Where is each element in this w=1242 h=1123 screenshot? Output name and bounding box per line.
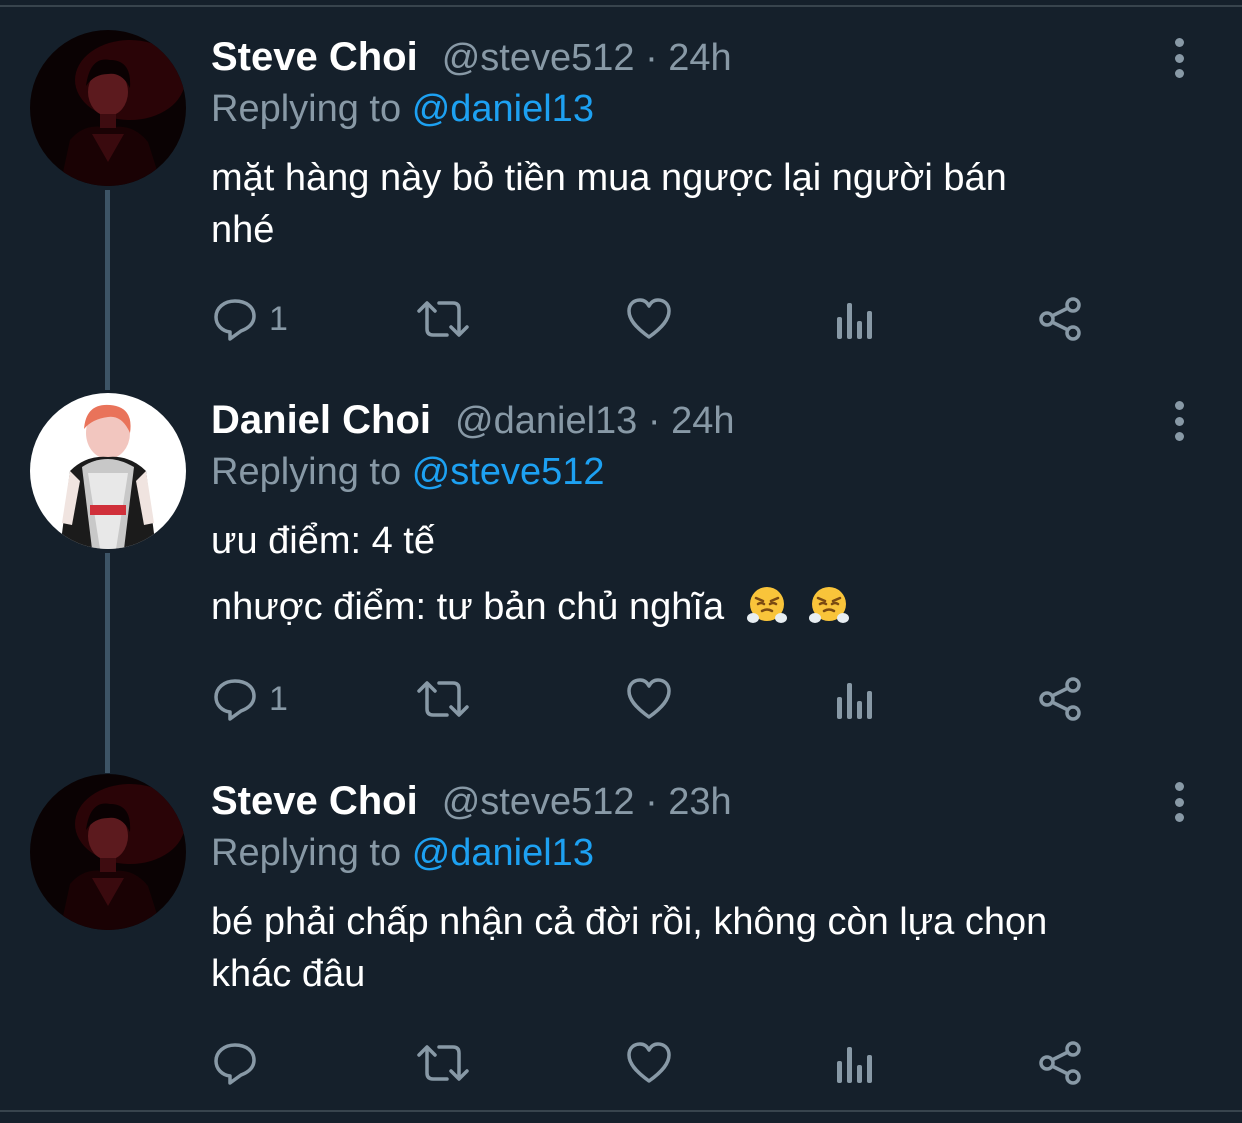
analytics-button[interactable] xyxy=(833,1038,877,1088)
reply-handle-link[interactable]: @steve512 xyxy=(412,451,605,493)
reply-count: 1 xyxy=(269,299,288,338)
tweet-text-line: khác đâu xyxy=(211,953,366,995)
bottom-divider xyxy=(0,1110,1242,1112)
tweet-text: bé phải chấp nhận cả đời rồi, không còn … xyxy=(211,896,1201,1000)
retweet-icon xyxy=(417,301,469,337)
analytics-icon xyxy=(837,303,872,339)
handle-time[interactable]: @steve512 · 23h xyxy=(442,781,732,824)
replying-prefix: Replying to xyxy=(211,451,402,493)
analytics-button[interactable] xyxy=(833,674,877,724)
share-icon xyxy=(1039,677,1081,721)
replying-to: Replying to @steve512 xyxy=(211,451,605,494)
analytics-button[interactable] xyxy=(833,294,877,344)
tweet-header: Daniel Choi @daniel13 · 24h xyxy=(211,398,734,446)
tweet-text-line: ưu điểm: 4 tế xyxy=(211,520,435,562)
tweet-text-line: bé phải chấp nhận cả đời rồi, không còn … xyxy=(211,901,1048,943)
tweet-text-line-with-emoji: nhược điểm: tư bản chủ nghĩa xyxy=(211,581,1201,633)
handle-time[interactable]: @daniel13 · 24h xyxy=(455,400,734,443)
retweet-button[interactable] xyxy=(415,294,471,344)
replying-prefix: Replying to xyxy=(211,88,402,130)
reply-button[interactable]: 1 xyxy=(211,674,288,724)
heart-icon xyxy=(627,678,671,719)
tweet-text-line: mặt hàng này bỏ tiền mua ngược lại người… xyxy=(211,157,1007,199)
tweet-text-line: nhược điểm: tư bản chủ nghĩa xyxy=(211,586,725,628)
share-button[interactable] xyxy=(1037,1038,1085,1088)
action-bar: 1 xyxy=(211,294,1111,344)
reply-icon xyxy=(214,1043,256,1085)
more-icon[interactable] xyxy=(1166,401,1192,441)
heart-icon xyxy=(627,1042,671,1083)
more-icon[interactable] xyxy=(1166,38,1192,78)
retweet-icon xyxy=(417,1045,469,1081)
avatar[interactable] xyxy=(30,774,186,930)
reply-handle-link[interactable]: @daniel13 xyxy=(412,832,594,874)
reply-icon xyxy=(214,679,256,721)
reply-handle-link[interactable]: @daniel13 xyxy=(412,88,594,130)
share-button[interactable] xyxy=(1037,674,1085,724)
like-button[interactable] xyxy=(625,674,673,724)
tweet[interactable]: Steve Choi @steve512 · 24h Replying to @… xyxy=(0,0,1242,360)
avatar[interactable] xyxy=(30,393,186,549)
replying-to: Replying to @daniel13 xyxy=(211,832,594,875)
analytics-icon xyxy=(837,1047,872,1083)
reply-icon xyxy=(214,299,256,341)
tweet-header: Steve Choi @steve512 · 24h xyxy=(211,35,732,83)
tweet[interactable]: Daniel Choi @daniel13 · 24h Replying to … xyxy=(0,363,1242,743)
share-button[interactable] xyxy=(1037,294,1085,344)
retweet-button[interactable] xyxy=(415,1038,471,1088)
display-name[interactable]: Steve Choi xyxy=(211,779,418,824)
reply-count: 1 xyxy=(269,679,288,718)
more-icon[interactable] xyxy=(1166,782,1192,822)
reply-button[interactable]: 1 xyxy=(211,294,288,344)
tweet-text-line: nhé xyxy=(211,209,275,251)
replying-prefix: Replying to xyxy=(211,832,402,874)
tweet-text: ưu điểm: 4 tế nhược điểm: tư bản chủ ngh… xyxy=(211,515,1201,633)
retweet-button[interactable] xyxy=(415,674,471,724)
retweet-icon xyxy=(417,681,469,717)
like-button[interactable] xyxy=(625,294,673,344)
face-with-steam-emoji xyxy=(746,587,787,623)
reply-button[interactable] xyxy=(211,1038,269,1088)
tweet-text: mặt hàng này bỏ tiền mua ngược lại người… xyxy=(211,152,1201,256)
like-button[interactable] xyxy=(625,1038,673,1088)
replying-to: Replying to @daniel13 xyxy=(211,88,594,131)
heart-icon xyxy=(627,298,671,339)
face-with-steam-emoji xyxy=(809,587,850,623)
share-icon xyxy=(1039,297,1081,341)
tweet[interactable]: Steve Choi @steve512 · 23h Replying to @… xyxy=(0,744,1242,1109)
display-name[interactable]: Steve Choi xyxy=(211,35,418,80)
share-icon xyxy=(1039,1041,1081,1085)
action-bar xyxy=(211,1038,1111,1088)
handle-time[interactable]: @steve512 · 24h xyxy=(442,37,732,80)
avatar[interactable] xyxy=(30,30,186,186)
display-name[interactable]: Daniel Choi xyxy=(211,398,431,443)
analytics-icon xyxy=(837,683,872,719)
action-bar: 1 xyxy=(211,674,1111,724)
tweet-header: Steve Choi @steve512 · 23h xyxy=(211,779,732,827)
